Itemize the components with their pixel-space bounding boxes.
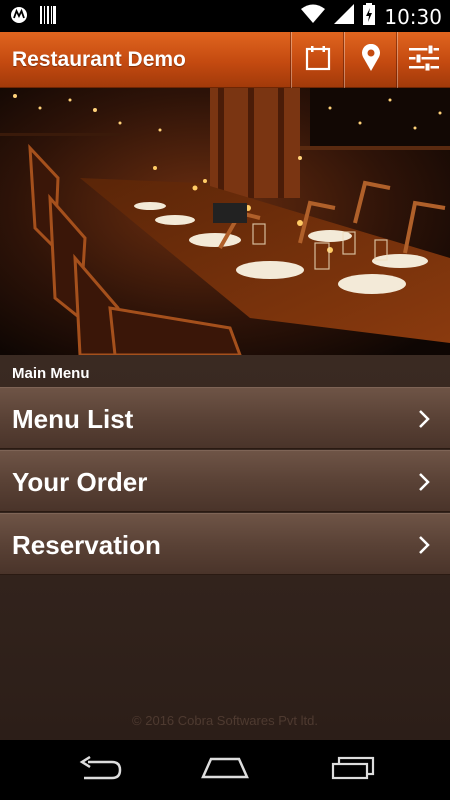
location-button[interactable] — [343, 32, 397, 88]
your-order-item[interactable]: Your Order — [0, 450, 450, 512]
barcode-icon — [40, 6, 56, 29]
home-button[interactable] — [200, 754, 250, 786]
battery-icon — [363, 3, 376, 30]
menu-list-label: Menu List — [12, 404, 134, 434]
clock: 10:30 — [384, 4, 442, 29]
main-menu: Main Menu Menu List Your Order Reservati… — [0, 355, 450, 740]
chevron-right-icon — [418, 409, 430, 434]
reservation-item[interactable]: Reservation — [0, 513, 450, 575]
reservation-label: Reservation — [12, 530, 161, 560]
filters-button[interactable] — [396, 32, 450, 88]
recent-apps-button[interactable] — [328, 754, 378, 786]
menu-list-item[interactable]: Menu List — [0, 387, 450, 449]
chevron-right-icon — [418, 535, 430, 560]
status-bar: 10:30 — [0, 0, 450, 32]
back-button[interactable] — [75, 754, 125, 786]
system-nav-bar — [0, 740, 450, 800]
sliders-icon — [409, 44, 439, 76]
signal-icon — [334, 4, 355, 29]
wifi-icon — [301, 4, 326, 29]
section-title: Main Menu — [12, 365, 90, 382]
motorola-icon — [10, 6, 28, 29]
your-order-label: Your Order — [12, 467, 148, 497]
restaurant-hero-image — [0, 88, 450, 355]
app-title: Restaurant Demo — [12, 48, 186, 71]
home-icon — [201, 757, 249, 784]
recent-apps-icon — [331, 756, 375, 785]
back-icon — [78, 755, 122, 785]
copyright-footer: © 2016 Cobra Softwares Pvt ltd. — [132, 713, 318, 728]
calendar-icon — [305, 45, 331, 76]
location-pin-icon — [361, 43, 381, 77]
app-bar: Restaurant Demo — [0, 32, 450, 88]
calendar-button[interactable] — [290, 32, 344, 88]
chevron-right-icon — [418, 472, 430, 497]
